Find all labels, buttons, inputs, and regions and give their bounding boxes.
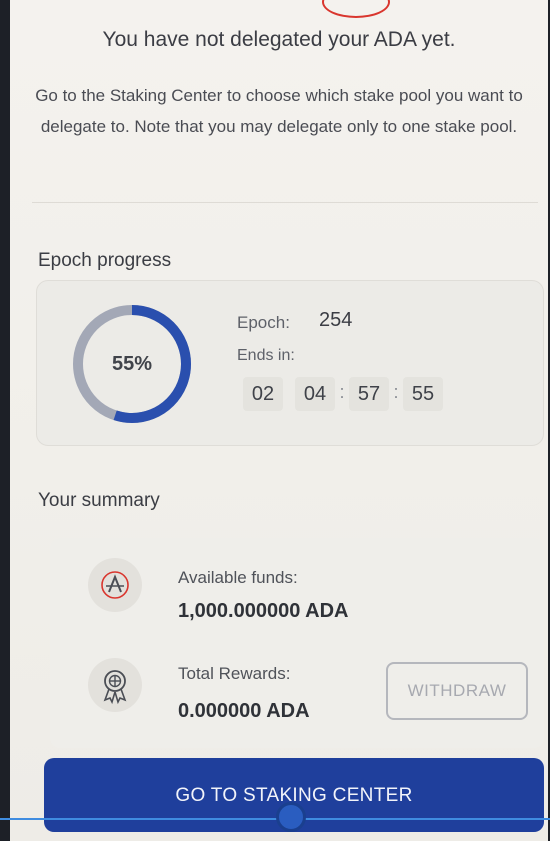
media-scrubber-track[interactable]	[0, 818, 550, 820]
delegation-status-title: You have not delegated your ADA yet.	[102, 28, 456, 51]
ada-coin-icon	[88, 558, 142, 612]
available-funds-value: 1,000.000000 ADA	[178, 600, 349, 622]
epoch-progress-heading: Epoch progress	[38, 250, 172, 271]
epoch-progress-percent: 55%	[111, 353, 153, 375]
available-funds-label: Available funds:	[178, 568, 298, 587]
withdraw-button[interactable]: WITHDRAW	[386, 662, 528, 720]
countdown-days: 02	[243, 377, 283, 411]
countdown-separator: :	[339, 382, 345, 402]
countdown-hours: 04	[295, 377, 335, 411]
delegation-status-message: Go to the Staking Center to choose which…	[35, 86, 523, 136]
delegation-screen: You have not delegated your ADA yet. Go …	[10, 0, 548, 841]
epoch-progress-card: 55% Epoch: 254 Ends in: 02 04 : 57 : 55	[36, 280, 544, 446]
countdown-separator: :	[393, 382, 399, 402]
epoch-number-value: 254	[319, 309, 353, 331]
summary-card: Available funds: 1,000.000000 ADA Total …	[50, 538, 544, 748]
summary-heading: Your summary	[38, 490, 160, 511]
media-scrubber-handle[interactable]	[276, 802, 306, 832]
epoch-ends-label: Ends in:	[237, 347, 295, 364]
countdown-minutes: 57	[349, 377, 389, 411]
total-rewards-label: Total Rewards:	[178, 664, 291, 683]
section-divider	[32, 202, 538, 203]
epoch-number-label: Epoch:	[237, 313, 290, 332]
countdown-seconds: 55	[403, 377, 443, 411]
device-frame: You have not delegated your ADA yet. Go …	[0, 0, 550, 841]
red-annotation-mark	[322, 0, 390, 18]
award-ribbon-icon	[88, 658, 142, 712]
total-rewards-value: 0.000000 ADA	[178, 700, 310, 722]
